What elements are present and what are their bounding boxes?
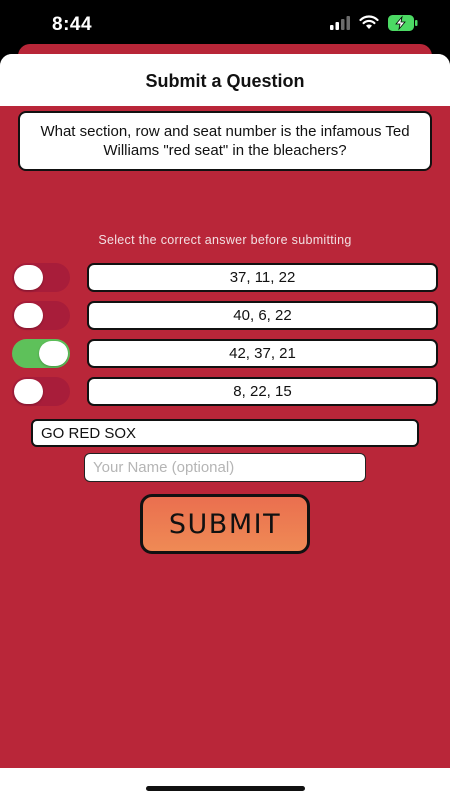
submit-button[interactable]: SUBMIT bbox=[140, 494, 310, 554]
answer-toggle-4[interactable] bbox=[12, 377, 70, 406]
message-field[interactable]: GO RED SOX bbox=[31, 419, 419, 447]
name-field[interactable]: Your Name (optional) bbox=[84, 453, 366, 482]
toggle-knob bbox=[39, 341, 68, 366]
wifi-icon bbox=[359, 15, 379, 29]
answer-toggle-3[interactable] bbox=[12, 339, 70, 368]
answer-field-4[interactable]: 8, 22, 15 bbox=[87, 377, 438, 406]
page-title: Submit a Question bbox=[145, 71, 305, 91]
home-indicator[interactable] bbox=[146, 786, 305, 791]
answer-row: 40, 6, 22 bbox=[0, 301, 450, 331]
answer-field-2[interactable]: 40, 6, 22 bbox=[87, 301, 438, 330]
form-area: What section, row and seat number is the… bbox=[0, 106, 450, 768]
signal-icon bbox=[330, 16, 350, 30]
status-time: 8:44 bbox=[52, 14, 93, 35]
answer-field-3[interactable]: 42, 37, 21 bbox=[87, 339, 438, 368]
answer-toggle-1[interactable] bbox=[12, 263, 70, 292]
toggle-knob bbox=[14, 379, 43, 404]
answer-row: 42, 37, 21 bbox=[0, 339, 450, 369]
answer-field-1[interactable]: 37, 11, 22 bbox=[87, 263, 438, 292]
answer-toggle-2[interactable] bbox=[12, 301, 70, 330]
sheet-header: Submit a Question bbox=[0, 54, 450, 106]
toggle-knob bbox=[14, 265, 43, 290]
battery-charging-icon bbox=[388, 15, 418, 31]
status-bar: 8:44 bbox=[0, 0, 450, 48]
instruction-text: Select the correct answer before submitt… bbox=[98, 233, 352, 247]
question-text[interactable]: What section, row and seat number is the… bbox=[18, 111, 432, 171]
answer-row: 37, 11, 22 bbox=[0, 263, 450, 293]
toggle-knob bbox=[14, 303, 43, 328]
answer-row: 8, 22, 15 bbox=[0, 377, 450, 407]
submit-question-sheet: Submit a Question What section, row and … bbox=[0, 54, 450, 800]
